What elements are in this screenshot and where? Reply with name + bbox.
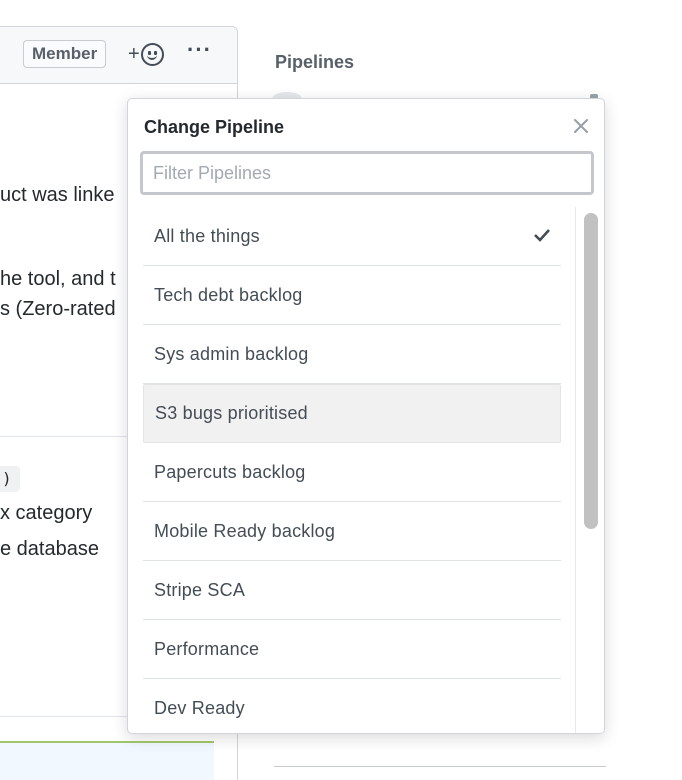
comment-text-line: uct was linke xyxy=(0,184,115,206)
pipeline-option-label: Tech debt backlog xyxy=(154,284,303,305)
pipeline-option-label: S3 bugs prioritised xyxy=(155,403,308,423)
smiley-icon xyxy=(140,42,164,66)
comment-text-line: he tool, and t xyxy=(0,268,116,290)
pipeline-option[interactable]: Tech debt backlog xyxy=(143,266,561,325)
pipeline-option[interactable]: Performance xyxy=(143,620,561,679)
change-pipeline-popover: Change Pipeline All the things Tech debt … xyxy=(127,98,605,734)
pipeline-option-label: Mobile Ready backlog xyxy=(154,520,336,541)
pipeline-option-label: Stripe SCA xyxy=(154,579,246,600)
add-reaction-button[interactable]: + xyxy=(128,39,172,69)
more-options-icon[interactable]: ··· xyxy=(187,37,212,63)
close-icon[interactable] xyxy=(570,115,592,137)
comment-text-line: s (Zero-rated xyxy=(0,298,116,320)
pipeline-option[interactable]: Stripe SCA xyxy=(143,561,561,620)
comment-text-line: x category xyxy=(0,502,93,524)
pipeline-option[interactable]: All the things xyxy=(143,207,561,266)
comment-text-line: e database xyxy=(0,538,99,560)
checkmark-icon xyxy=(534,229,550,242)
pipeline-option-label: All the things xyxy=(154,225,260,246)
comment-footer-band xyxy=(0,741,214,780)
plus-icon: + xyxy=(128,42,140,65)
pipeline-option[interactable]: S3 bugs prioritised xyxy=(143,384,561,443)
popover-title: Change Pipeline xyxy=(144,117,285,137)
code-chip: ) xyxy=(0,466,20,492)
sidebar-heading-pipelines: Pipelines xyxy=(275,52,355,72)
comment-header: Member + ··· xyxy=(0,27,237,84)
scrollbar[interactable] xyxy=(575,207,604,733)
pipeline-option-label: Performance xyxy=(154,638,260,659)
pipeline-option-label: Papercuts backlog xyxy=(154,461,306,482)
member-badge: Member xyxy=(23,40,107,68)
pipeline-option[interactable]: Sys admin backlog xyxy=(143,325,561,384)
pipeline-list: All the things Tech debt backlog Sys admin… xyxy=(143,207,561,733)
pipeline-option[interactable]: Papercuts backlog xyxy=(143,443,561,502)
scrollbar-thumb[interactable] xyxy=(584,213,598,529)
pipeline-option-label: Dev Ready xyxy=(154,697,245,718)
sidebar-divider xyxy=(274,766,606,767)
pipeline-option[interactable]: Dev Ready xyxy=(143,679,561,733)
pipeline-option[interactable]: Mobile Ready backlog xyxy=(143,502,561,561)
pipeline-option-label: Sys admin backlog xyxy=(154,343,309,364)
filter-pipelines-input[interactable] xyxy=(140,151,594,195)
